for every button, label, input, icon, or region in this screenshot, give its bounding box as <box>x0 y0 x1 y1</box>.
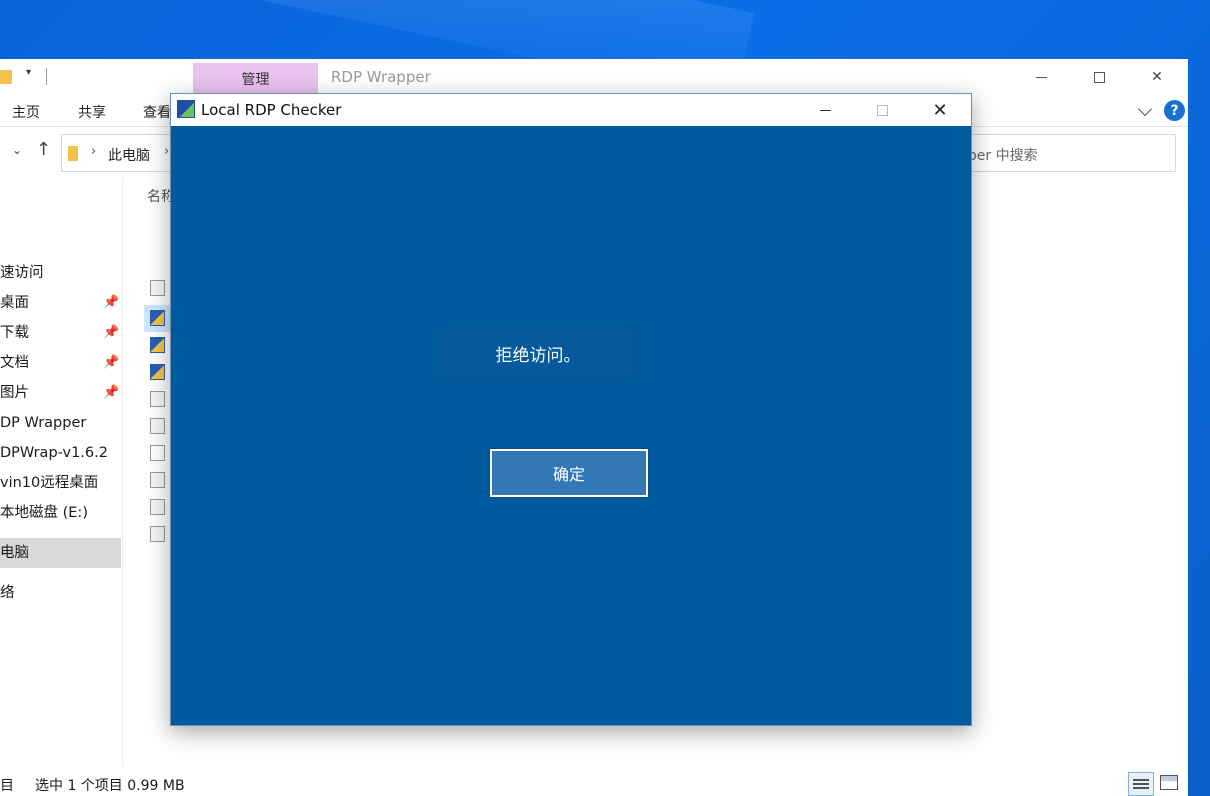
ribbon-manage-tab[interactable]: 管理 <box>193 63 318 95</box>
nav-item-documents[interactable]: 文档 📌 <box>0 348 121 378</box>
nav-item-this-pc[interactable]: 电脑 <box>0 538 121 568</box>
large-icons-view-icon[interactable] <box>1160 775 1178 790</box>
status-bar: 目 选中 1 个项目 0.99 MB <box>0 771 1188 796</box>
status-item-count: 目 <box>0 778 14 794</box>
nav-item-network[interactable]: 络 <box>0 578 121 608</box>
settings-file-icon <box>150 280 165 296</box>
nav-item-label: 图片 <box>0 385 29 401</box>
nav-item-label: 速访问 <box>0 265 44 281</box>
nav-item-label: 电脑 <box>0 545 29 561</box>
quick-access-dropdown-icon[interactable]: ▾ <box>26 67 31 78</box>
close-icon: ✕ <box>932 99 948 121</box>
folder-icon <box>68 146 78 161</box>
details-line <box>1133 783 1149 785</box>
explorer-maximize-button[interactable] <box>1070 59 1128 95</box>
settings-file-icon <box>150 391 165 407</box>
maximize-icon <box>876 104 888 116</box>
nav-item-rdpwrap-folder[interactable]: DPWrap-v1.6.2 <box>0 438 121 468</box>
tab-home[interactable]: 主页 <box>12 102 40 122</box>
nav-item-pictures[interactable]: 图片 📌 <box>0 378 121 408</box>
nav-item-quick-access[interactable]: 速访问 <box>0 258 121 288</box>
rdp-checker-app-icon <box>177 100 195 118</box>
nav-item-rdp-wrapper[interactable]: DP Wrapper <box>0 408 121 438</box>
blank-file-icon <box>150 445 165 461</box>
explorer-window-title: RDP Wrapper <box>331 68 431 86</box>
dialog-close-button[interactable]: ✕ <box>911 94 969 126</box>
message-panel: 拒绝访问。 <box>441 324 635 382</box>
ok-button[interactable]: 确定 <box>489 448 649 498</box>
nav-item-local-disk-e[interactable]: 本地磁盘 (E:) <box>0 498 121 528</box>
status-selection: 选中 1 个项目 0.99 MB <box>35 778 185 794</box>
settings-file-icon <box>150 499 165 515</box>
nav-item-downloads[interactable]: 下载 📌 <box>0 318 121 348</box>
explorer-minimize-button[interactable] <box>1012 59 1070 95</box>
nav-item-label: 桌面 <box>0 295 29 311</box>
up-arrow-icon[interactable]: ↑ <box>36 139 51 160</box>
nav-item-label: 文档 <box>0 355 29 371</box>
details-line <box>1133 779 1149 781</box>
quick-access-folder-icon[interactable] <box>0 70 12 84</box>
nav-item-label: vin10远程桌面 <box>0 475 99 491</box>
maximize-icon <box>1093 71 1105 83</box>
dll-file-icon <box>150 418 165 434</box>
pin-icon: 📌 <box>103 355 120 370</box>
dialog-titlebar: Local RDP Checker ✕ <box>171 94 971 126</box>
nav-item-label: 下载 <box>0 325 29 341</box>
breadcrumb-chevron-icon[interactable]: › <box>164 144 169 159</box>
expand-ribbon-chevron-icon[interactable] <box>1137 101 1153 117</box>
close-icon: ✕ <box>1151 69 1163 85</box>
help-icon[interactable]: ? <box>1164 100 1185 121</box>
navigation-pane: 速访问 桌面 📌 下载 📌 文档 📌 图片 📌 DP Wrapper DPWrap-v1… <box>0 177 123 767</box>
dialog-minimize-button[interactable] <box>796 94 854 126</box>
rdp-app-icon <box>150 337 165 353</box>
nav-item-label: DP Wrapper <box>0 415 87 431</box>
installer-icon <box>150 364 165 380</box>
dialog-maximize-button <box>853 94 911 126</box>
nav-item-desktop[interactable]: 桌面 📌 <box>0 288 121 318</box>
error-message: 拒绝访问。 <box>495 345 581 366</box>
breadcrumb-chevron-icon[interactable]: › <box>91 144 96 159</box>
explorer-close-button[interactable]: ✕ <box>1128 59 1186 95</box>
toolbar-divider <box>46 68 47 85</box>
rdp-app-icon <box>150 310 165 326</box>
nav-item-label: 本地磁盘 (E:) <box>0 505 88 521</box>
nav-item-label: DPWrap-v1.6.2 <box>0 445 108 461</box>
dialog-title: Local RDP Checker <box>201 101 342 119</box>
nav-item-win10-remote-desktop[interactable]: vin10远程桌面 <box>0 468 121 498</box>
pin-icon: 📌 <box>103 295 120 310</box>
settings-file-icon <box>150 526 165 542</box>
details-view-icon[interactable] <box>1128 772 1154 796</box>
minimize-icon <box>1035 76 1047 78</box>
details-line <box>1133 787 1149 789</box>
minimize-icon <box>819 109 831 111</box>
tab-view[interactable]: 查看 <box>143 102 171 122</box>
explorer-titlebar: ▾ 管理 RDP Wrapper ✕ <box>0 59 1188 95</box>
pin-icon: 📌 <box>103 385 120 400</box>
pin-icon: 📌 <box>103 325 120 340</box>
recent-locations-chevron-icon[interactable]: ⌄ <box>12 143 22 157</box>
breadcrumb-this-pc[interactable]: 此电脑 <box>108 145 150 165</box>
tab-share[interactable]: 共享 <box>78 102 106 122</box>
local-rdp-checker-dialog: Local RDP Checker ✕ 拒绝访问。 确定 <box>170 93 972 726</box>
settings-file-icon <box>150 472 165 488</box>
nav-item-label: 络 <box>0 585 15 601</box>
